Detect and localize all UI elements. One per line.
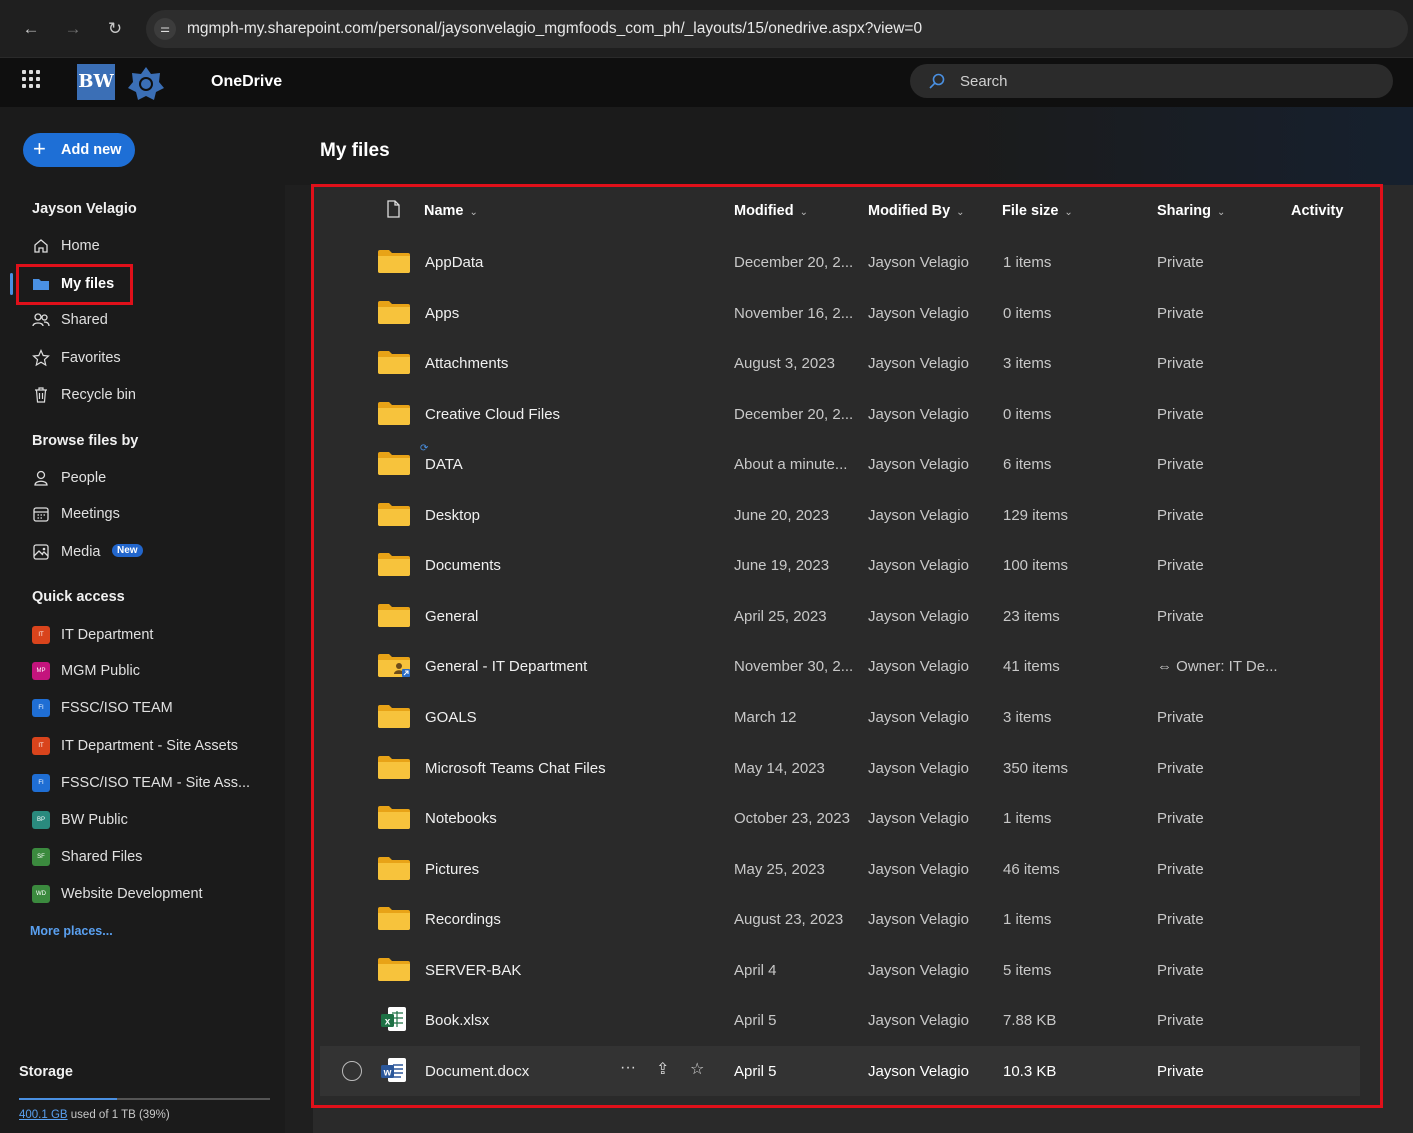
- browse-heading: Browse files by: [32, 433, 139, 449]
- sidebar-item-label: Media: [61, 544, 101, 560]
- quick-access-label: IT Department - Site Assets: [61, 738, 239, 754]
- forward-arrow-icon[interactable]: →: [62, 18, 84, 40]
- trash-icon: [35, 387, 47, 403]
- sidebar-item-favorites[interactable]: Favorites: [32, 346, 282, 372]
- highlight-box-file-list: [311, 184, 1383, 1108]
- sidebar: [0, 107, 285, 1133]
- search-placeholder: Search: [960, 73, 1008, 90]
- app-header: BW OneDrive Search: [0, 58, 1413, 107]
- flower-logo-icon: [128, 67, 164, 100]
- quick-access-label: BW Public: [61, 812, 128, 828]
- quick-access-item[interactable]: IT IT Department: [32, 623, 282, 649]
- more-places-link[interactable]: More places...: [30, 924, 113, 938]
- main-header-area: [285, 107, 1413, 185]
- sidebar-item-recycle-bin[interactable]: Recycle bin: [32, 383, 282, 409]
- sidebar-item-people[interactable]: People: [32, 466, 282, 492]
- quick-access-item[interactable]: BP BW Public: [32, 808, 282, 834]
- quick-access-item[interactable]: MP MGM Public: [32, 659, 282, 685]
- sidebar-item-home[interactable]: Home: [32, 234, 282, 260]
- person-icon: [34, 470, 48, 486]
- site-info-icon[interactable]: ⚌: [154, 18, 176, 40]
- quick-access-heading: Quick access: [32, 589, 125, 605]
- sidebar-item-label: People: [61, 470, 107, 486]
- sidebar-item-meetings[interactable]: Meetings: [32, 502, 282, 528]
- people-icon: [32, 313, 50, 327]
- site-icon: IT: [32, 737, 50, 755]
- address-bar[interactable]: ⚌ mgmph-my.sharepoint.com/personal/jayso…: [146, 10, 1408, 48]
- add-new-label: Add new: [61, 142, 122, 158]
- star-icon: [32, 349, 50, 367]
- storage-used-link[interactable]: 400.1 GB: [19, 1109, 68, 1121]
- site-icon: WD: [32, 885, 50, 903]
- site-icon: FI: [32, 699, 50, 717]
- quick-access-label: FSSC/ISO TEAM: [61, 700, 173, 716]
- new-badge: New: [112, 544, 143, 557]
- reload-icon[interactable]: ↻: [104, 18, 126, 40]
- calendar-icon: [33, 507, 49, 522]
- quick-access-item[interactable]: WD Website Development: [32, 882, 282, 908]
- site-icon: BP: [32, 811, 50, 829]
- active-indicator: [10, 273, 13, 295]
- app-launcher-icon[interactable]: [22, 70, 42, 90]
- home-icon: [34, 239, 48, 253]
- plus-icon: +: [33, 136, 46, 161]
- quick-access-item[interactable]: FI FSSC/ISO TEAM: [32, 696, 282, 722]
- image-icon: [33, 544, 49, 560]
- storage-progress-fill: [19, 1098, 117, 1100]
- quick-access-label: Shared Files: [61, 849, 143, 865]
- search-icon: [929, 73, 945, 89]
- browser-toolbar: ← → ↻ ⚌ mgmph-my.sharepoint.com/personal…: [0, 0, 1413, 58]
- app-name[interactable]: OneDrive: [211, 73, 282, 91]
- storage-usage-text: 400.1 GB used of 1 TB (39%): [19, 1109, 170, 1121]
- site-icon: FI: [32, 774, 50, 792]
- storage-progress-bar: [19, 1098, 270, 1100]
- sidebar-item-label: Recycle bin: [61, 387, 136, 403]
- quick-access-item[interactable]: IT IT Department - Site Assets: [32, 734, 282, 760]
- storage-label: Storage: [19, 1064, 73, 1080]
- sidebar-item-label: Meetings: [61, 506, 120, 522]
- site-icon: IT: [32, 626, 50, 644]
- sidebar-item-label: Home: [61, 238, 100, 254]
- add-new-button[interactable]: + Add new: [23, 133, 135, 167]
- page-title: My files: [320, 140, 390, 161]
- sidebar-item-label: Shared: [61, 312, 108, 328]
- sidebar-item-label: Favorites: [61, 350, 121, 366]
- url-text[interactable]: mgmph-my.sharepoint.com/personal/jaysonv…: [187, 20, 922, 38]
- quick-access-label: Website Development: [61, 886, 203, 902]
- quick-access-label: MGM Public: [61, 663, 140, 679]
- user-name: Jayson Velagio: [32, 201, 137, 217]
- quick-access-label: IT Department: [61, 627, 154, 643]
- search-input[interactable]: Search: [910, 64, 1393, 98]
- highlight-box-my-files: [16, 264, 133, 305]
- company-logo[interactable]: BW: [77, 64, 115, 100]
- site-icon: SF: [32, 848, 50, 866]
- sidebar-item-media[interactable]: Media New: [32, 540, 282, 566]
- quick-access-label: FSSC/ISO TEAM - Site Ass...: [61, 775, 251, 791]
- quick-access-item[interactable]: FI FSSC/ISO TEAM - Site Ass...: [32, 771, 282, 797]
- sidebar-item-shared[interactable]: Shared: [32, 308, 282, 334]
- site-icon: MP: [32, 662, 50, 680]
- back-arrow-icon[interactable]: ←: [20, 18, 42, 40]
- storage-rest-text: used of 1 TB (39%): [67, 1109, 170, 1121]
- quick-access-item[interactable]: SF Shared Files: [32, 845, 282, 871]
